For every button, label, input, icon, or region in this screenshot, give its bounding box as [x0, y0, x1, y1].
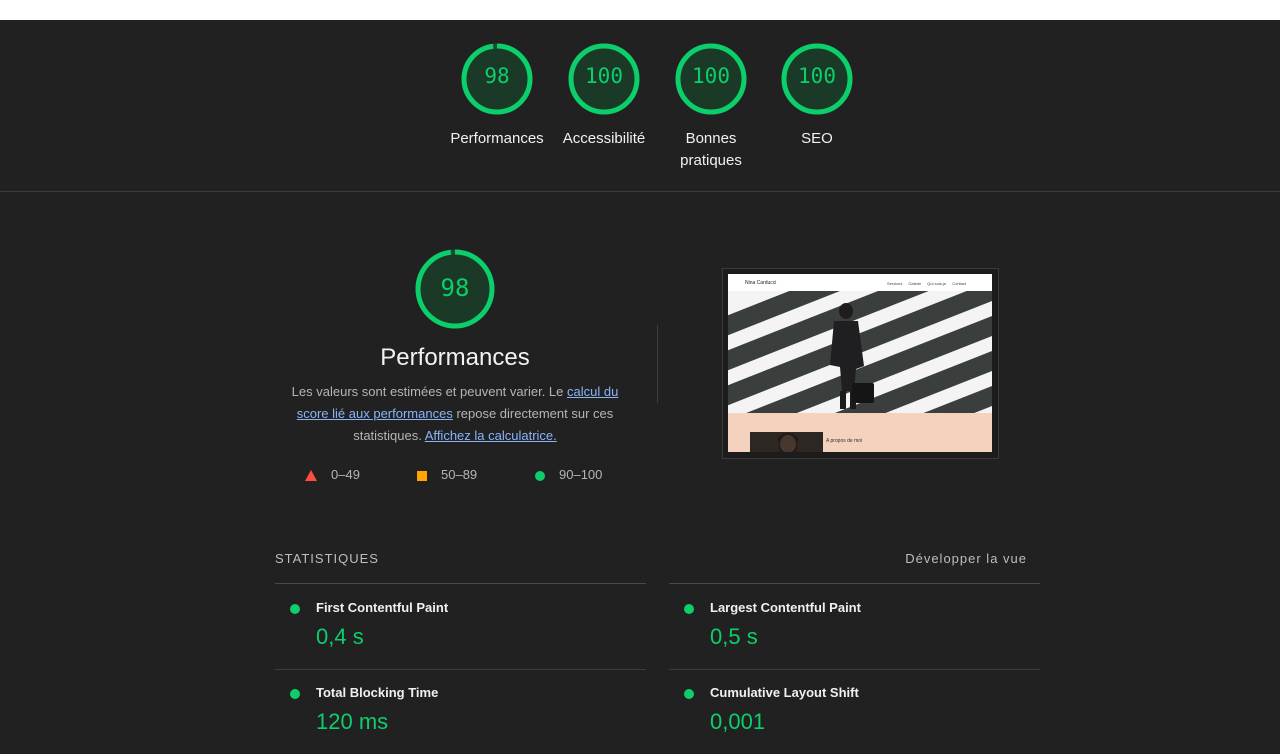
browser-top-strip — [0, 0, 1280, 20]
metric-name: Largest Contentful Paint — [710, 600, 861, 615]
metric-tbt[interactable]: Total Blocking Time 120 ms — [275, 669, 646, 754]
pass-dot-icon — [290, 604, 300, 614]
hero-photo — [728, 291, 992, 413]
vertical-divider — [657, 325, 658, 403]
legend-fail: 0–49 — [305, 467, 360, 482]
gauge-score: 98 — [484, 64, 510, 88]
site-name: Nina Carducci — [745, 280, 777, 286]
gauge-bonnes-pratiques[interactable]: 100 Bonnes pratiques — [656, 42, 766, 172]
gauge-label: Bonnes pratiques — [680, 130, 742, 169]
gauge-label: SEO — [801, 130, 833, 147]
pass-dot-icon — [684, 604, 694, 614]
metric-name: First Contentful Paint — [316, 600, 449, 615]
square-icon — [417, 470, 427, 481]
legend-label: 50–89 — [441, 467, 478, 482]
expand-view-button[interactable]: Développer la vue — [905, 551, 1027, 566]
gauge-score: 100 — [798, 64, 836, 88]
pass-dot-icon — [684, 689, 694, 699]
site-nav-item: Qui suis-je — [927, 281, 947, 286]
metric-value: 0,001 — [710, 709, 766, 734]
gauge-seo[interactable]: 100 SEO — [762, 42, 872, 150]
stats-header: STATISTIQUES Développer la vue — [275, 551, 1040, 584]
performance-score: 98 — [440, 274, 470, 302]
portrait-image — [750, 432, 823, 452]
metric-cls[interactable]: Cumulative Layout Shift 0,001 — [669, 669, 1040, 754]
about-title: A propos de moi — [826, 438, 863, 444]
triangle-icon — [305, 470, 317, 482]
gauge-performances[interactable]: 98 Performances — [442, 42, 552, 150]
site-nav-item: Galerie — [908, 281, 922, 286]
final-screenshot[interactable]: Nina Carducci Services Galerie Qui suis-je… — [722, 268, 999, 459]
metric-lcp[interactable]: Largest Contentful Paint 0,5 s — [669, 584, 1040, 670]
metric-value: 120 ms — [316, 709, 389, 734]
gauge-score: 100 — [585, 64, 623, 88]
legend-pass: 90–100 — [535, 467, 602, 482]
metric-value: 0,5 s — [710, 624, 758, 649]
legend-average: 50–89 — [417, 467, 477, 482]
site-nav: Services Galerie Qui suis-je Contact — [881, 281, 966, 286]
performance-description: Les valeurs sont estimées et peuvent var… — [283, 381, 627, 447]
metric-name: Total Blocking Time — [316, 685, 439, 700]
stats-title: STATISTIQUES — [275, 551, 379, 566]
stats-gap — [646, 583, 669, 584]
metric-value: 0,4 s — [316, 624, 364, 649]
circle-icon — [535, 470, 545, 481]
description-text: Les valeurs sont estimées et peuvent var… — [291, 384, 567, 399]
score-gauges-header: 98 Performances 100 Accessibilité 100 Bo… — [0, 20, 1280, 192]
gauge-score: 100 — [692, 64, 730, 88]
performance-title: Performances — [380, 344, 530, 371]
hero-image — [728, 291, 992, 413]
performance-summary: 98 Performances Les valeurs sont estimée… — [275, 248, 635, 447]
pass-dot-icon — [290, 689, 300, 699]
legend-label: 90–100 — [559, 467, 603, 482]
site-nav-item: Contact — [952, 281, 966, 286]
screenshot-page: Nina Carducci Services Galerie Qui suis-je… — [728, 274, 992, 452]
gauge-label: Accessibilité — [562, 130, 646, 147]
site-nav-item: Services — [887, 281, 903, 286]
calculator-link[interactable]: Affichez la calculatrice. — [425, 428, 557, 443]
metric-fcp[interactable]: First Contentful Paint 0,4 s — [275, 584, 646, 670]
about-section: A propos de moi — [728, 413, 992, 452]
legend-label: 0–49 — [331, 467, 360, 482]
gauge-accessibilite[interactable]: 100 Accessibilité — [549, 42, 659, 150]
gauge-label: Performances — [450, 130, 544, 147]
metric-name: Cumulative Layout Shift — [710, 685, 859, 700]
